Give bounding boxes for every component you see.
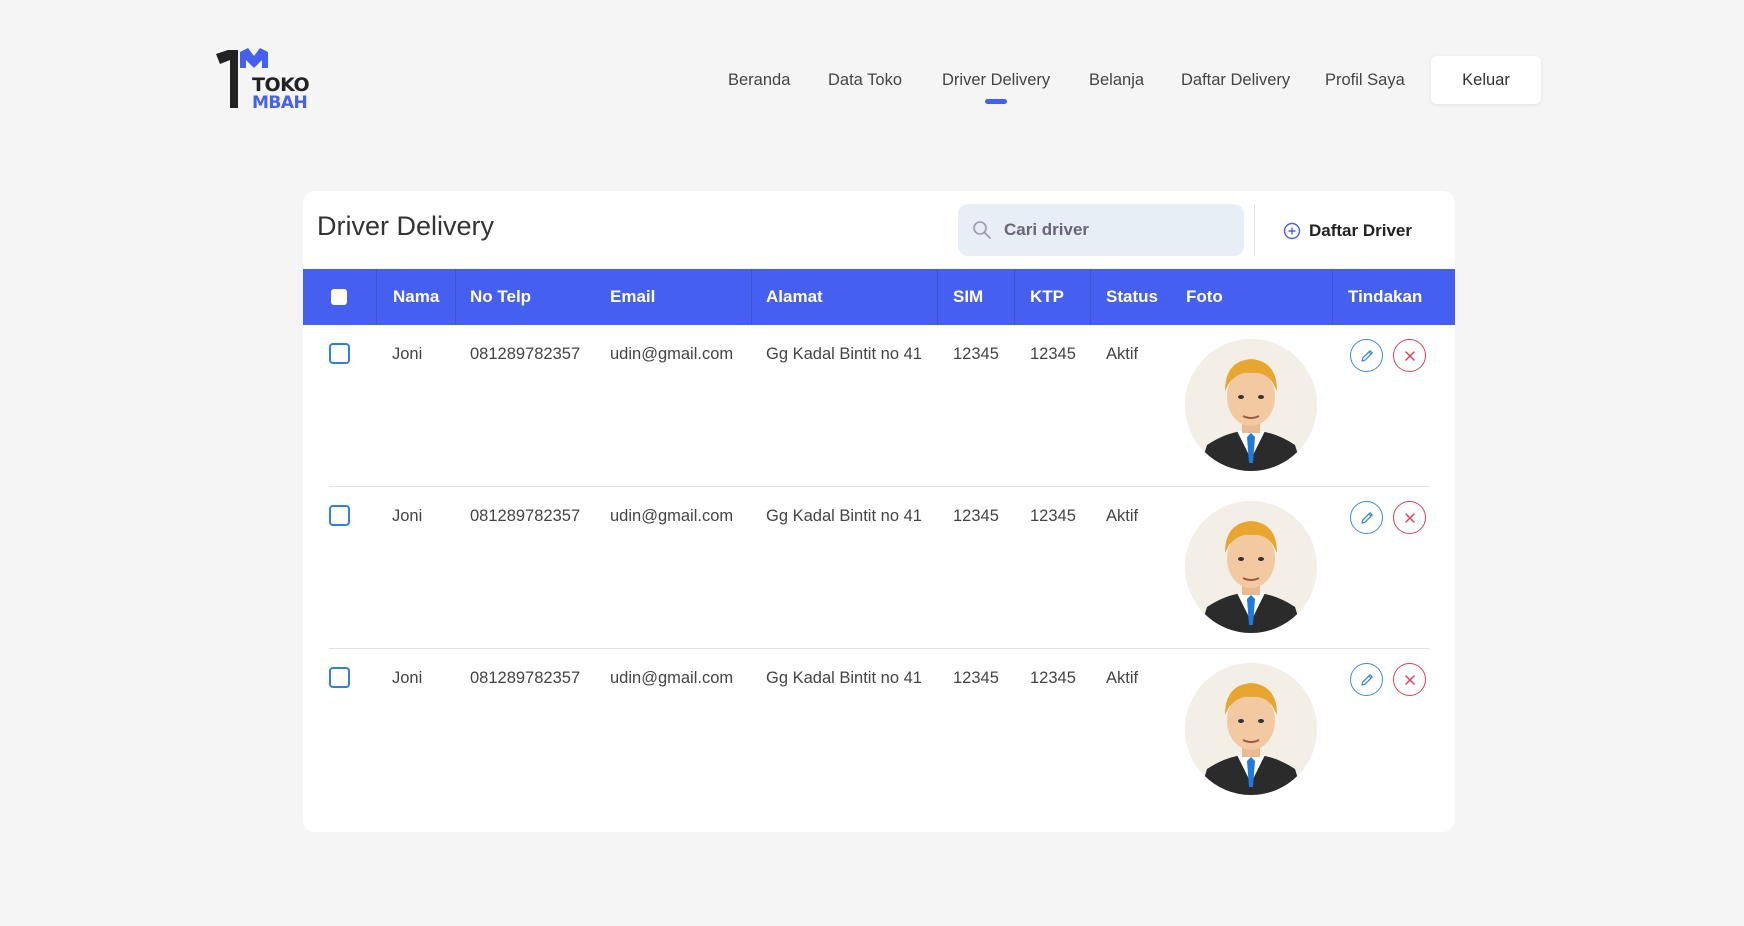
cell-status: Aktif (1106, 669, 1139, 687)
delete-button[interactable] (1393, 663, 1426, 696)
column-divider (376, 269, 377, 325)
cell-email: udin@gmail.com (610, 507, 734, 525)
row-checkbox[interactable] (329, 343, 350, 364)
cell-status: Aktif (1106, 507, 1139, 525)
table-row: Joni 081289782357 udin@gmail.com Gg Kada… (303, 649, 1455, 811)
page-title: Driver Delivery (317, 211, 495, 241)
cell-nama: Joni (392, 669, 423, 687)
column-ktp: KTP (1030, 287, 1064, 306)
search-box (958, 204, 1244, 256)
cell-email: udin@gmail.com (610, 345, 734, 363)
avatar-man-icon (1185, 663, 1317, 795)
cell-telp: 081289782357 (470, 669, 581, 687)
close-icon (1404, 350, 1415, 361)
column-email: Email (610, 287, 656, 306)
cell-telp: 081289782357 (470, 507, 581, 525)
avatar-man-icon (1185, 339, 1317, 471)
table-row: Joni 081289782357 udin@gmail.com Gg Kada… (303, 487, 1455, 649)
cell-telp: 081289782357 (470, 345, 581, 363)
add-driver-label: Daftar Driver (1309, 221, 1412, 240)
select-all-checkbox[interactable] (331, 289, 347, 305)
column-divider (1332, 269, 1333, 325)
column-foto: Foto (1186, 287, 1223, 306)
cell-alamat: Gg Kadal Bintit no 41 (766, 669, 922, 687)
column-sim: SIM (953, 287, 984, 306)
add-driver-button[interactable]: Daftar Driver (1283, 211, 1412, 251)
table-header: Nama No Telp Email Alamat SIM KTP Status… (303, 269, 1455, 325)
driver-photo (1185, 501, 1317, 633)
cell-status: Aktif (1106, 345, 1139, 363)
pencil-icon (1360, 349, 1373, 362)
delete-button[interactable] (1393, 339, 1426, 372)
nav-item-data-toko[interactable]: Data Toko (828, 71, 902, 90)
plus-circle-icon (1283, 222, 1301, 240)
row-checkbox[interactable] (329, 505, 350, 526)
delete-button[interactable] (1393, 501, 1426, 534)
brand-logo[interactable]: TOKO MBAH (214, 46, 314, 116)
driver-card: Driver Delivery Daftar Driver Nama No Te… (303, 191, 1455, 832)
header-divider (1254, 204, 1255, 256)
edit-button[interactable] (1350, 501, 1383, 534)
column-status: Status (1106, 287, 1158, 306)
cell-nama: Joni (392, 345, 423, 363)
logout-button[interactable]: Keluar (1431, 56, 1541, 104)
pencil-icon (1360, 511, 1373, 524)
cell-alamat: Gg Kadal Bintit no 41 (766, 345, 922, 363)
driver-photo (1185, 663, 1317, 795)
column-nama: Nama (393, 287, 440, 306)
nav-item-driver-delivery[interactable]: Driver Delivery (942, 71, 1050, 90)
avatar-man-icon (1185, 501, 1317, 633)
row-checkbox[interactable] (329, 667, 350, 688)
close-icon (1404, 674, 1415, 685)
column-divider (1090, 269, 1091, 325)
nav-item-daftar-delivery[interactable]: Daftar Delivery (1181, 71, 1290, 90)
search-input[interactable] (1004, 220, 1224, 240)
cell-alamat: Gg Kadal Bintit no 41 (766, 507, 922, 525)
edit-button[interactable] (1350, 339, 1383, 372)
nav-item-profil-saya[interactable]: Profil Saya (1325, 71, 1405, 90)
cell-sim: 12345 (953, 507, 999, 525)
cell-sim: 12345 (953, 669, 999, 687)
column-divider (1014, 269, 1015, 325)
column-divider (751, 269, 752, 325)
search-icon (973, 221, 991, 239)
column-alamat: Alamat (766, 287, 823, 306)
edit-button[interactable] (1350, 663, 1383, 696)
cell-ktp: 12345 (1030, 669, 1076, 687)
brand-line-2: MBAH (252, 93, 308, 113)
table-row: Joni 081289782357 udin@gmail.com Gg Kada… (303, 325, 1455, 487)
cell-ktp: 12345 (1030, 507, 1076, 525)
nav-item-belanja[interactable]: Belanja (1089, 71, 1144, 90)
driver-photo (1185, 339, 1317, 471)
column-tindakan: Tindakan (1348, 287, 1423, 306)
column-divider (455, 269, 456, 325)
close-icon (1404, 512, 1415, 523)
pencil-icon (1360, 673, 1373, 686)
column-divider (937, 269, 938, 325)
column-no-telp: No Telp (470, 287, 532, 306)
cell-ktp: 12345 (1030, 345, 1076, 363)
nav-item-beranda[interactable]: Beranda (728, 71, 790, 90)
cell-nama: Joni (392, 507, 423, 525)
cell-email: udin@gmail.com (610, 669, 734, 687)
cell-sim: 12345 (953, 345, 999, 363)
